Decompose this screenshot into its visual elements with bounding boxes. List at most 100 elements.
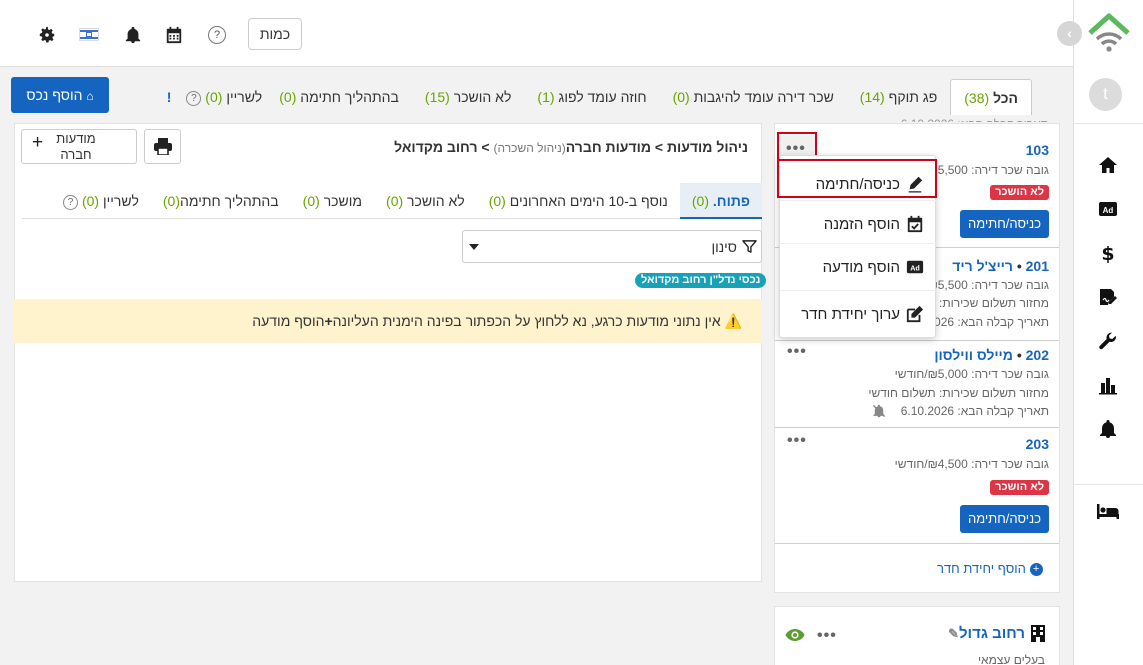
tab-label: פג תוקף bbox=[888, 89, 938, 105]
calendar-icon[interactable] bbox=[165, 26, 183, 44]
plus-icon: + bbox=[324, 313, 333, 329]
unit-rent: גובה שכר דירה: ₪5,500 bbox=[927, 163, 1049, 177]
tab-reserve[interactable]: לשריין (0) ? bbox=[173, 79, 266, 115]
breadcrumb-item[interactable]: מודעות חברה bbox=[566, 139, 651, 155]
unit-next-date: תאריך קבלה הבא: 6.10.2026 bbox=[900, 404, 1049, 418]
tab-not-rented[interactable]: לא הושכר (15) bbox=[412, 79, 524, 115]
edit-icon[interactable]: ✎ bbox=[948, 626, 959, 641]
eye-icon[interactable] bbox=[785, 627, 805, 643]
tab-label: בהתהליך חתימה bbox=[300, 89, 399, 105]
more-options-icon[interactable]: ••• bbox=[787, 343, 807, 361]
tab-count: (1) bbox=[537, 89, 555, 105]
tab-label: נוסף ב-10 הימים האחרונים bbox=[509, 193, 668, 209]
chevron-down-icon bbox=[469, 244, 479, 250]
tab-count: (0) bbox=[672, 89, 690, 105]
israel-flag-icon[interactable] bbox=[79, 28, 99, 41]
help-icon[interactable]: ? bbox=[186, 90, 202, 106]
tab-contract-expiring[interactable]: חוזה עומד לפוג (1) bbox=[524, 79, 659, 115]
tab-count: (0) bbox=[162, 193, 180, 209]
breadcrumb-item[interactable]: ניהול מודעות bbox=[667, 139, 748, 155]
filter-select[interactable]: סינון bbox=[462, 230, 762, 263]
tab-label: לא הושכר bbox=[453, 89, 512, 105]
tab-not-rented[interactable]: לא הושכר (0) bbox=[374, 183, 477, 219]
unit-title[interactable]: 201 • רייצ'ל ריד bbox=[952, 258, 1049, 274]
separator: • bbox=[1016, 347, 1022, 363]
quantity-button[interactable]: כמות bbox=[248, 18, 302, 50]
enter-sign-button[interactable]: כניסה/חתימה bbox=[960, 505, 1049, 533]
bed-icon[interactable] bbox=[1096, 501, 1120, 521]
tab-reserve[interactable]: לשריין (0) ? bbox=[51, 183, 151, 219]
breadcrumb-current: רחוב מקדואל bbox=[394, 139, 478, 155]
add-property-button[interactable]: הוסף נכס ⌂ bbox=[11, 77, 109, 113]
wrench-icon[interactable] bbox=[1098, 331, 1118, 351]
avatar[interactable]: t bbox=[1089, 78, 1122, 111]
property-name-text: רחוב גדול bbox=[958, 625, 1025, 642]
collapse-sidebar-button[interactable]: ‹ bbox=[1057, 21, 1082, 46]
tab-count: (0) bbox=[205, 89, 223, 105]
filter-label: סינון bbox=[711, 239, 737, 255]
tab-count: (0) bbox=[279, 89, 297, 105]
enter-sign-button[interactable]: כניסה/חתימה bbox=[960, 210, 1049, 238]
more-options-icon[interactable]: ••• bbox=[817, 627, 837, 645]
tab-count: (38) bbox=[964, 90, 990, 106]
breadcrumb-separator: > bbox=[481, 139, 490, 155]
print-button[interactable] bbox=[144, 129, 181, 164]
unit-rent: גובה שכר דירה: ₪5,500 bbox=[927, 278, 1049, 292]
tab-signing-process[interactable]: בהתהליך חתימה(0) bbox=[151, 183, 291, 219]
tab-count: (0) bbox=[81, 193, 100, 209]
company-notices-button[interactable]: + מודעות חברה bbox=[21, 129, 137, 164]
sidebar-divider bbox=[1073, 484, 1143, 485]
bell-icon[interactable] bbox=[124, 26, 142, 44]
menu-item-add-notice[interactable]: Ad הוסף מודעה bbox=[780, 243, 937, 292]
add-unit-label: הוסף יחידת חדר bbox=[937, 561, 1026, 576]
empty-message: אין נתוני מודעות כרגע, נא ללחוץ על הכפתו… bbox=[332, 313, 721, 329]
property-name[interactable]: רחוב גדול✎ bbox=[948, 625, 1025, 642]
tab-rented[interactable]: מושכר (0) bbox=[291, 183, 374, 219]
unit-number[interactable]: 103 bbox=[1026, 142, 1049, 158]
menu-item-edit-unit[interactable]: ערוך יחידת חדר bbox=[780, 290, 937, 339]
printer-icon bbox=[154, 138, 172, 155]
ad-icon[interactable]: Ad bbox=[1098, 199, 1118, 219]
add-room-unit-link[interactable]: + הוסף יחידת חדר bbox=[937, 561, 1043, 577]
signed-document-icon[interactable] bbox=[1098, 287, 1118, 307]
top-bar bbox=[0, 0, 1073, 67]
tab-count: (0) bbox=[302, 193, 320, 209]
unit-number[interactable]: 203 bbox=[1026, 436, 1049, 452]
tab-label: לא הושכר bbox=[407, 193, 465, 209]
menu-item-label: הוסף הזמנה bbox=[823, 216, 900, 233]
tenant-name: רייצ'ל ריד bbox=[952, 258, 1013, 274]
unit-title[interactable]: 202 • מיילס ווילסון bbox=[934, 347, 1049, 363]
bar-chart-icon[interactable] bbox=[1098, 375, 1118, 395]
filter-tag[interactable]: נכסי נדל"ן רחוב מקדואל bbox=[635, 273, 767, 288]
bell-icon[interactable] bbox=[1098, 419, 1118, 439]
logo-icon bbox=[1088, 13, 1130, 52]
tenant-name: מיילס ווילסון bbox=[934, 347, 1013, 363]
tab-label: בהתהליך חתימה bbox=[180, 193, 279, 209]
property-owner: בעלים עצמאי bbox=[977, 653, 1045, 665]
tab-rent-due[interactable]: שכר דירה עומד להיגבות (0) bbox=[660, 79, 847, 115]
edit-icon bbox=[906, 305, 924, 323]
menu-item-label: הוסף מודעה bbox=[822, 259, 900, 276]
menu-item-add-booking[interactable]: הוסף הזמנה bbox=[780, 200, 937, 249]
more-options-icon[interactable]: ••• bbox=[787, 432, 807, 450]
unit-item: ••• 203 גובה שכר דירה: ₪4,500/חודשי לא ה… bbox=[775, 428, 1059, 544]
help-icon[interactable]: ? bbox=[208, 26, 226, 44]
gear-icon[interactable] bbox=[38, 26, 56, 44]
tab-added-recent[interactable]: נוסף ב-10 הימים האחרונים (0) bbox=[477, 183, 680, 219]
unit-number: 201 bbox=[1025, 258, 1049, 274]
tab-signing-process[interactable]: בהתהליך חתימה (0) bbox=[266, 79, 412, 115]
home-plus-icon: ⌂ bbox=[86, 89, 94, 103]
svg-text:Ad: Ad bbox=[910, 264, 920, 273]
sidebar-divider bbox=[1073, 123, 1143, 124]
home-icon[interactable] bbox=[1098, 155, 1118, 175]
empty-message-action: הוסף מודעה bbox=[252, 313, 325, 329]
help-icon[interactable]: ? bbox=[63, 194, 79, 210]
property-card: רחוב גדול✎ בעלים עצמאי ••• bbox=[774, 606, 1060, 665]
tabs-overflow-indicator[interactable]: ! bbox=[165, 79, 174, 115]
dollar-icon[interactable]: $ bbox=[1098, 243, 1118, 263]
tab-count: (14) bbox=[859, 89, 885, 105]
tab-label: מושכר bbox=[323, 193, 363, 209]
tab-open[interactable]: פתוח. (0) bbox=[679, 183, 762, 219]
unit-rent: גובה שכר דירה: ₪4,500/חודשי bbox=[894, 457, 1049, 471]
bell-slash-icon[interactable] bbox=[872, 404, 886, 418]
